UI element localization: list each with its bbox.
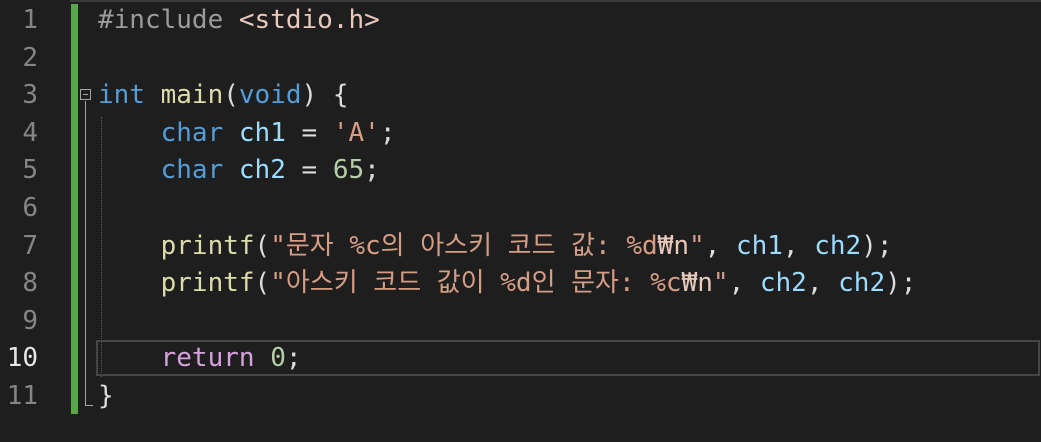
code-token: ch2 bbox=[759, 268, 807, 299]
code-token: , bbox=[728, 268, 760, 299]
code-token: "문자 %c의 아스키 코드 값: %d bbox=[270, 230, 658, 261]
code-token: ( bbox=[254, 230, 271, 261]
code-token: ; bbox=[285, 343, 302, 374]
line-number[interactable]: 1 bbox=[22, 2, 38, 39]
code-token: ); bbox=[861, 230, 893, 261]
code-token: , bbox=[806, 268, 839, 299]
code-line[interactable]: #include <stdio.h> bbox=[98, 2, 380, 39]
code-token: , bbox=[704, 230, 736, 261]
code-line[interactable]: int main(void) { bbox=[98, 77, 349, 114]
line-number[interactable]: 6 bbox=[22, 190, 38, 227]
code-line[interactable]: printf("문자 %c의 아스키 코드 값: %d₩n", ch1, ch2… bbox=[98, 228, 893, 265]
code-token: printf bbox=[160, 268, 255, 299]
code-token: char bbox=[160, 155, 224, 186]
line-number[interactable]: 8 bbox=[22, 265, 38, 302]
line-number[interactable]: 5 bbox=[22, 152, 38, 189]
code-token: <stdio.h> bbox=[238, 5, 380, 35]
line-number[interactable]: 9 bbox=[22, 303, 38, 340]
fold-guide-line bbox=[85, 101, 86, 406]
line-number[interactable]: 11 bbox=[7, 378, 38, 415]
code-token: ; bbox=[379, 117, 396, 148]
code-token: 'A' bbox=[332, 117, 380, 148]
code-token: = bbox=[285, 155, 333, 186]
code-token: ch1 bbox=[735, 230, 783, 261]
code-line[interactable]: return 0; bbox=[98, 340, 302, 377]
code-token: 65 bbox=[332, 155, 365, 186]
code-token: return bbox=[160, 343, 255, 374]
code-token: ( bbox=[254, 268, 271, 299]
code-token: " bbox=[688, 230, 705, 261]
code-token: void bbox=[238, 80, 302, 111]
line-number[interactable]: 3 bbox=[22, 77, 38, 114]
code-token: "아스키 코드 값이 %d인 문자: %c bbox=[270, 268, 682, 299]
code-token: ) { bbox=[301, 80, 349, 111]
line-number[interactable]: 2 bbox=[22, 40, 38, 77]
code-token: int bbox=[98, 80, 145, 111]
code-line[interactable]: } bbox=[98, 378, 114, 415]
collapse-icon[interactable] bbox=[80, 89, 91, 100]
code-token: ch2 bbox=[238, 155, 286, 186]
code-line[interactable]: printf("아스키 코드 값이 %d인 문자: %c₩n", ch2, ch… bbox=[98, 265, 917, 302]
code-token: , bbox=[782, 230, 815, 261]
line-number[interactable]: 10 bbox=[7, 340, 38, 377]
line-number[interactable]: 4 bbox=[22, 115, 38, 152]
code-token: ₩n bbox=[657, 230, 689, 261]
code-editor[interactable]: 1 2 3 4 5 6 7 8 9 10 11 #include <stdio.h> int main… bbox=[0, 0, 1041, 442]
code-token: ₩n bbox=[681, 268, 713, 299]
code-token: char bbox=[160, 117, 224, 148]
code-token: ch2 bbox=[838, 268, 886, 299]
code-token: ch1 bbox=[238, 117, 286, 148]
code-token: } bbox=[98, 381, 114, 411]
code-token: = bbox=[285, 117, 333, 148]
line-number[interactable]: 7 bbox=[22, 228, 38, 265]
code-token: 0 bbox=[270, 343, 286, 374]
code-token: #include bbox=[98, 5, 239, 35]
code-line[interactable]: char ch1 = 'A'; bbox=[98, 115, 396, 152]
code-token: ; bbox=[364, 155, 380, 186]
fold-guide-end bbox=[85, 405, 93, 406]
code-token: main bbox=[160, 80, 224, 111]
code-token: ch2 bbox=[814, 230, 862, 261]
line-number-gutter[interactable]: 1 2 3 4 5 6 7 8 9 10 11 bbox=[0, 0, 70, 442]
change-tracking-bar bbox=[71, 4, 78, 414]
code-token: ( bbox=[223, 80, 239, 111]
code-line[interactable]: char ch2 = 65; bbox=[98, 152, 380, 189]
code-token: " bbox=[712, 268, 729, 299]
code-token: ); bbox=[885, 268, 917, 299]
code-token: printf bbox=[160, 230, 255, 261]
